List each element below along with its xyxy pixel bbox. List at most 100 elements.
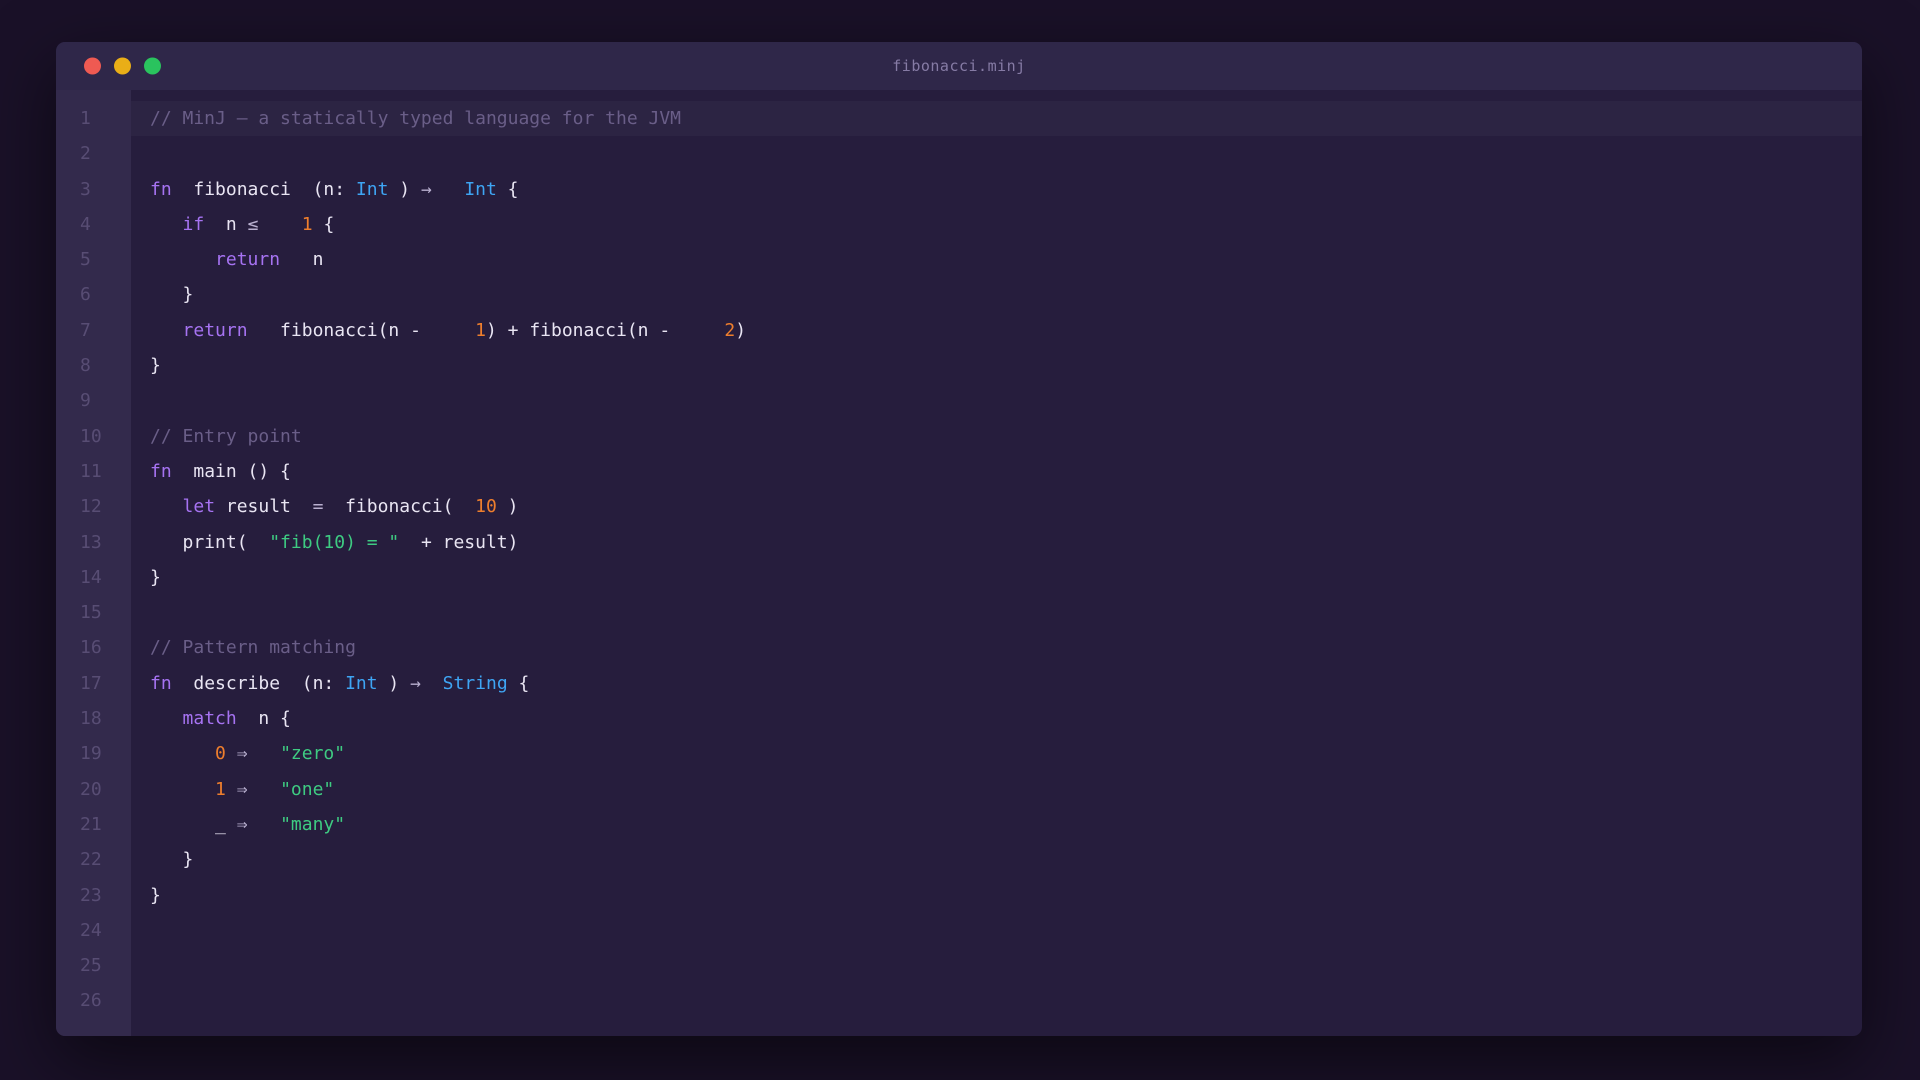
code-line-11: fn main () { — [150, 454, 1862, 489]
code-line-13: print( "fib(10) = " + result) — [150, 525, 1862, 560]
code-line-1: // MinJ — a statically typed language fo… — [131, 101, 1862, 136]
token-plain: _ — [215, 814, 226, 835]
token-keyword: return — [183, 320, 248, 341]
line-number-12: 12 — [80, 489, 131, 524]
token-plain — [248, 814, 281, 835]
code-line-2 — [150, 136, 1862, 171]
line-number-5: 5 — [80, 242, 131, 277]
token-plain: fibonacci( — [323, 496, 475, 517]
line-number-11: 11 — [80, 454, 131, 489]
token-plain — [226, 814, 237, 835]
token-plain: fibonacci(n - — [248, 320, 421, 341]
token-plain: { — [497, 179, 519, 200]
traffic-lights — [84, 58, 161, 75]
code-line-19: 0 ⇒ "zero" — [150, 736, 1862, 771]
token-type: Int — [345, 673, 378, 694]
token-plain — [150, 320, 183, 341]
line-number-13: 13 — [80, 525, 131, 560]
token-plain — [248, 743, 281, 764]
code-line-25 — [150, 948, 1862, 983]
token-punct: ⇒ — [237, 814, 248, 835]
token-plain — [226, 779, 237, 800]
token-keyword: fn — [150, 673, 172, 694]
desktop-background: { "window": { "title": "fibonacci.minj",… — [0, 0, 1920, 1080]
token-plain — [150, 214, 183, 235]
token-plain: ) — [378, 673, 411, 694]
token-plain — [150, 814, 215, 835]
line-number-19: 19 — [80, 736, 131, 771]
token-keyword: fn — [150, 179, 172, 200]
line-number-2: 2 — [80, 136, 131, 171]
token-plain — [150, 249, 215, 270]
token-number: 1 — [475, 320, 486, 341]
code-area[interactable]: // MinJ — a statically typed language fo… — [131, 90, 1862, 1036]
token-keyword: fn — [150, 461, 172, 482]
minimize-button[interactable] — [114, 58, 131, 75]
code-line-20: 1 ⇒ "one" — [150, 772, 1862, 807]
token-string: "one" — [280, 779, 334, 800]
token-plain — [150, 779, 215, 800]
token-punct: ⇒ — [237, 779, 248, 800]
token-plain: describe (n: — [172, 673, 345, 694]
token-comment: // MinJ — a statically typed language fo… — [150, 108, 681, 129]
zoom-button[interactable] — [144, 58, 161, 75]
token-string: "zero" — [280, 743, 345, 764]
line-number-3: 3 — [80, 172, 131, 207]
token-string: "many" — [280, 814, 345, 835]
token-plain — [226, 743, 237, 764]
code-line-24 — [150, 913, 1862, 948]
line-number-16: 16 — [80, 630, 131, 665]
token-plain — [432, 179, 465, 200]
close-button[interactable] — [84, 58, 101, 75]
line-number-17: 17 — [80, 666, 131, 701]
line-number-22: 22 — [80, 842, 131, 877]
line-number-9: 9 — [80, 383, 131, 418]
token-plain: main () { — [172, 461, 291, 482]
token-plain: } — [150, 849, 193, 870]
code-line-26 — [150, 983, 1862, 1018]
token-plain: n — [280, 249, 323, 270]
token-number: 2 — [724, 320, 735, 341]
token-punct: = — [313, 496, 324, 517]
editor-body: 1234567891011121314151617181920212223242… — [56, 90, 1862, 1036]
line-number-4: 4 — [80, 207, 131, 242]
code-line-12: let result = fibonacci( 10 ) — [150, 489, 1862, 524]
code-line-5: return n — [150, 242, 1862, 277]
token-comment: // Pattern matching — [150, 637, 356, 658]
token-type: Int — [356, 179, 389, 200]
line-number-1: 1 — [80, 101, 131, 136]
token-punct: → — [410, 673, 421, 694]
line-number-8: 8 — [80, 348, 131, 383]
token-keyword: match — [183, 708, 237, 729]
token-plain — [248, 779, 281, 800]
code-line-17: fn describe (n: Int ) → String { — [150, 666, 1862, 701]
token-plain: { — [508, 673, 530, 694]
token-plain: ) — [388, 179, 421, 200]
token-keyword: let — [183, 496, 216, 517]
token-plain: result — [215, 496, 313, 517]
code-line-16: // Pattern matching — [150, 630, 1862, 665]
token-plain: } — [150, 355, 161, 376]
line-number-6: 6 — [80, 277, 131, 312]
token-plain — [421, 673, 443, 694]
token-plain: fibonacci (n: — [172, 179, 356, 200]
token-plain: } — [150, 567, 161, 588]
line-number-25: 25 — [80, 948, 131, 983]
token-string: "fib(10) = " — [269, 532, 399, 553]
token-plain: ) — [735, 320, 746, 341]
token-punct: ⇒ — [237, 743, 248, 764]
code-line-22: } — [150, 842, 1862, 877]
token-type: String — [443, 673, 508, 694]
code-line-3: fn fibonacci (n: Int ) → Int { — [150, 172, 1862, 207]
token-plain: } — [150, 885, 161, 906]
line-number-20: 20 — [80, 772, 131, 807]
code-line-4: if n ≤ 1 { — [150, 207, 1862, 242]
title-bar: fibonacci.minj — [56, 42, 1862, 90]
token-comment: // Entry point — [150, 426, 302, 447]
token-plain — [258, 214, 301, 235]
token-plain: { — [313, 214, 335, 235]
line-number-gutter: 1234567891011121314151617181920212223242… — [56, 90, 131, 1036]
editor-window: fibonacci.minj 1234567891011121314151617… — [56, 42, 1862, 1036]
code-line-6: } — [150, 277, 1862, 312]
token-plain: n { — [237, 708, 291, 729]
